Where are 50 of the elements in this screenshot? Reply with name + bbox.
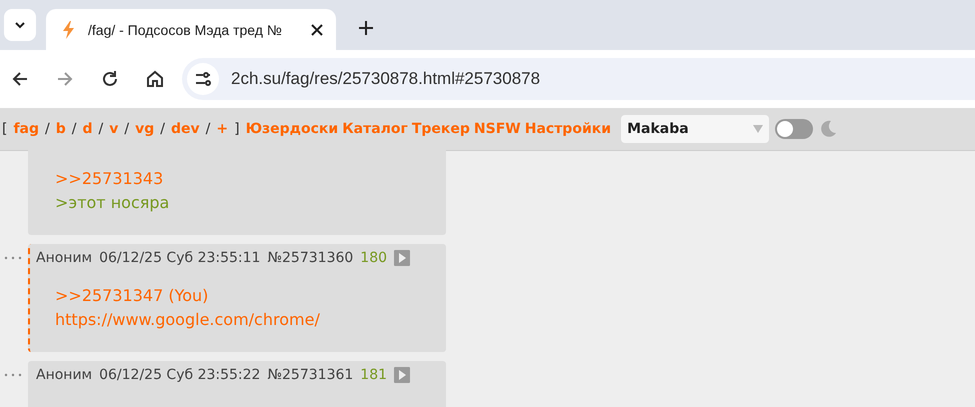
board-link[interactable]: b	[56, 121, 66, 137]
home-icon[interactable]	[145, 69, 165, 89]
board-link[interactable]: v	[109, 121, 118, 137]
reload-icon[interactable]	[100, 69, 120, 89]
tab-list-button[interactable]	[4, 9, 36, 41]
board-link[interactable]: dev	[170, 121, 200, 137]
post-count: 180	[360, 250, 388, 266]
board-link[interactable]: fag	[13, 121, 40, 137]
tab-title: /fag/ - Подсосов Мэда тред №	[88, 22, 283, 38]
moon-icon	[819, 120, 838, 138]
play-icon[interactable]	[394, 367, 410, 383]
separator: /	[206, 121, 210, 137]
board-link[interactable]: d	[82, 121, 93, 137]
post-date: 06/12/25 Суб 23:55:11	[99, 250, 260, 266]
reply-link[interactable]: >>25731347 (You)	[55, 284, 438, 308]
site-settings-icon[interactable]	[187, 63, 219, 95]
dots-icon[interactable]	[4, 256, 22, 260]
post-number[interactable]: №25731361	[267, 367, 354, 383]
caret-icon	[753, 125, 764, 133]
url-link[interactable]: https://www.google.com/chrome/	[55, 308, 438, 332]
separator: /	[160, 121, 165, 137]
separator: /	[45, 121, 50, 137]
new-tab-icon[interactable]	[358, 20, 374, 36]
poster-name: Аноним	[36, 367, 92, 383]
play-icon[interactable]	[394, 250, 410, 266]
dots-icon[interactable]	[4, 373, 22, 377]
style-select[interactable]: Makaba	[621, 115, 770, 143]
board-link[interactable]: vg	[135, 121, 154, 137]
address-bar[interactable]: 2ch.su/fag/res/25730878.html#25730878	[182, 58, 975, 100]
nav-link[interactable]: Юзердоски	[246, 121, 338, 137]
separator: /	[98, 121, 104, 137]
bracket: ]	[234, 121, 240, 137]
post-number[interactable]: №25731360	[267, 250, 354, 266]
nav-link[interactable]: NSFW	[474, 121, 521, 137]
nav-link[interactable]: Настройки	[524, 121, 612, 137]
post-count: 181	[360, 367, 388, 383]
separator: /	[124, 121, 130, 137]
poster-name: Аноним	[36, 250, 92, 266]
dark-mode-toggle[interactable]	[775, 119, 814, 139]
post-date: 06/12/25 Суб 23:55:22	[99, 367, 260, 383]
close-icon[interactable]	[310, 22, 324, 36]
bracket: [	[2, 121, 8, 137]
url-text: 2ch.su/fag/res/25730878.html#25730878	[231, 69, 540, 89]
reply-link[interactable]: >>25731343	[55, 167, 438, 191]
browser-tab[interactable]: /fag/ - Подсосов Мэда тред №	[46, 9, 336, 50]
separator: /	[72, 121, 76, 137]
nav-link[interactable]: Трекер	[412, 121, 470, 137]
board-link[interactable]: +	[216, 121, 228, 137]
quote-text: >этот носяра	[55, 192, 170, 214]
nav-link[interactable]: Каталог	[342, 121, 408, 137]
